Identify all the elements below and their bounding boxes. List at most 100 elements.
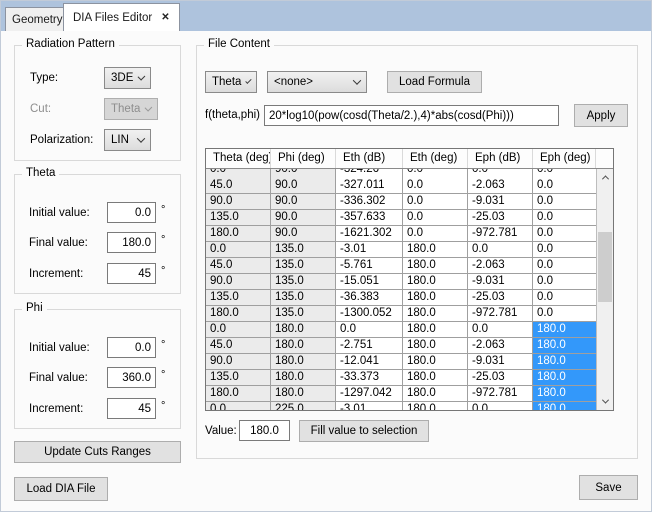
table-cell[interactable]: 0.0 — [468, 322, 533, 338]
table-cell[interactable]: 90.0 — [206, 194, 271, 210]
table-cell[interactable]: 180.0 — [403, 258, 468, 274]
update-cuts-ranges-button[interactable]: Update Cuts Ranges — [14, 441, 181, 463]
table-cell[interactable]: 180.0 — [533, 338, 596, 354]
table-cell[interactable]: -972.781 — [468, 226, 533, 242]
table-cell[interactable]: 90.0 — [271, 226, 336, 242]
table-cell[interactable]: -327.011 — [336, 178, 403, 194]
table-cell[interactable]: 0.0 — [206, 169, 271, 178]
table-cell[interactable]: 180.0 — [403, 322, 468, 338]
theta-increment-input[interactable] — [107, 263, 156, 284]
table-cell[interactable]: 45.0 — [206, 178, 271, 194]
table-cell[interactable]: -324.26 — [336, 169, 403, 178]
table-cell[interactable]: 0.0 — [533, 306, 596, 322]
column-header[interactable]: Phi (deg) — [271, 149, 336, 168]
table-cell[interactable]: 45.0 — [206, 338, 271, 354]
component-dropdown[interactable]: Theta — [205, 71, 257, 93]
type-dropdown[interactable]: 3DE — [104, 67, 151, 89]
table-cell[interactable]: 180.0 — [533, 402, 596, 410]
table-cell[interactable]: 90.0 — [206, 354, 271, 370]
table-cell[interactable]: 0.0 — [533, 178, 596, 194]
table-cell[interactable]: 0.0 — [533, 290, 596, 306]
table-cell[interactable]: 180.0 — [271, 354, 336, 370]
table-cell[interactable]: 180.0 — [206, 226, 271, 242]
tab-geometry[interactable]: Geometry — [5, 7, 70, 31]
table-cell[interactable]: 180.0 — [403, 338, 468, 354]
table-cell[interactable]: 180.0 — [403, 354, 468, 370]
theta-initial-input[interactable] — [107, 202, 156, 223]
table-cell[interactable]: 90.0 — [271, 210, 336, 226]
table-cell[interactable]: 90.0 — [271, 178, 336, 194]
column-header[interactable]: Eth (deg) — [403, 149, 468, 168]
table-cell[interactable]: 0.0 — [336, 322, 403, 338]
fill-value-input[interactable] — [239, 420, 290, 441]
table-cell[interactable]: 180.0 — [403, 370, 468, 386]
table-cell[interactable]: -1300.052 — [336, 306, 403, 322]
scrollbar-thumb[interactable] — [598, 232, 612, 302]
save-button[interactable]: Save — [579, 475, 638, 500]
table-cell[interactable]: -25.03 — [468, 210, 533, 226]
table-cell[interactable]: -972.781 — [468, 306, 533, 322]
table-cell[interactable]: 0.0 — [403, 194, 468, 210]
table-cell[interactable]: 0.0 — [403, 178, 468, 194]
table-cell[interactable]: 0.0 — [533, 210, 596, 226]
table-cell[interactable]: -9.031 — [468, 194, 533, 210]
table-cell[interactable]: 135.0 — [271, 274, 336, 290]
table-cell[interactable]: 0.0 — [206, 402, 271, 410]
table-cell[interactable]: 0.0 — [206, 322, 271, 338]
table-cell[interactable]: 180.0 — [206, 306, 271, 322]
table-cell[interactable]: -357.633 — [336, 210, 403, 226]
phi-increment-input[interactable] — [107, 398, 156, 419]
table-cell[interactable]: 180.0 — [403, 386, 468, 402]
table-cell[interactable]: 0.0 — [533, 274, 596, 290]
table-cell[interactable]: -336.302 — [336, 194, 403, 210]
table-cell[interactable]: 90.0 — [271, 194, 336, 210]
table-cell[interactable]: 135.0 — [271, 258, 336, 274]
table-cell[interactable]: -9.031 — [468, 274, 533, 290]
tab-dia-files-editor[interactable]: DIA Files Editor ✕ — [63, 3, 180, 31]
table-cell[interactable]: 180.0 — [403, 402, 468, 410]
table-cell[interactable]: 135.0 — [271, 306, 336, 322]
table-cell[interactable]: 135.0 — [206, 290, 271, 306]
table-cell[interactable]: -3.01 — [336, 242, 403, 258]
table-cell[interactable]: 135.0 — [206, 210, 271, 226]
table-cell[interactable]: 135.0 — [271, 242, 336, 258]
table-cell[interactable]: 0.0 — [468, 169, 533, 178]
vertical-scrollbar[interactable] — [596, 169, 613, 410]
table-cell[interactable]: 180.0 — [533, 370, 596, 386]
table-cell[interactable]: 0.0 — [468, 242, 533, 258]
table-cell[interactable]: -2.063 — [468, 338, 533, 354]
table-cell[interactable]: 0.0 — [533, 242, 596, 258]
table-cell[interactable]: 180.0 — [533, 354, 596, 370]
table-cell[interactable]: 180.0 — [271, 322, 336, 338]
table-cell[interactable]: 180.0 — [403, 242, 468, 258]
table-cell[interactable]: 90.0 — [271, 169, 336, 178]
table-cell[interactable]: -1297.042 — [336, 386, 403, 402]
table-cell[interactable]: 225.0 — [271, 402, 336, 410]
table-cell[interactable]: 180.0 — [403, 306, 468, 322]
table-cell[interactable]: -3.01 — [336, 402, 403, 410]
theta-final-input[interactable] — [107, 232, 156, 253]
table-cell[interactable]: 180.0 — [271, 370, 336, 386]
table-cell[interactable]: -1621.302 — [336, 226, 403, 242]
table-cell[interactable]: -25.03 — [468, 370, 533, 386]
phi-initial-input[interactable] — [107, 337, 156, 358]
table-cell[interactable]: -36.383 — [336, 290, 403, 306]
table-cell[interactable]: -12.041 — [336, 354, 403, 370]
table-cell[interactable]: 0.0 — [468, 402, 533, 410]
column-header[interactable]: Eph (deg) — [533, 149, 596, 168]
table-cell[interactable]: 135.0 — [271, 290, 336, 306]
table-cell[interactable]: -2.751 — [336, 338, 403, 354]
table-cell[interactable]: 180.0 — [271, 386, 336, 402]
table-cell[interactable]: -9.031 — [468, 354, 533, 370]
table-cell[interactable]: 180.0 — [533, 322, 596, 338]
table-cell[interactable]: -25.03 — [468, 290, 533, 306]
table-cell[interactable]: 0.0 — [403, 226, 468, 242]
table-cell[interactable]: 0.0 — [533, 169, 596, 178]
apply-button[interactable]: Apply — [574, 104, 628, 127]
table-cell[interactable]: 0.0 — [533, 258, 596, 274]
close-tab-icon[interactable]: ✕ — [161, 13, 169, 23]
table-cell[interactable]: 180.0 — [206, 386, 271, 402]
table-cell[interactable]: 0.0 — [403, 210, 468, 226]
table-cell[interactable]: 180.0 — [271, 338, 336, 354]
table-cell[interactable]: -15.051 — [336, 274, 403, 290]
